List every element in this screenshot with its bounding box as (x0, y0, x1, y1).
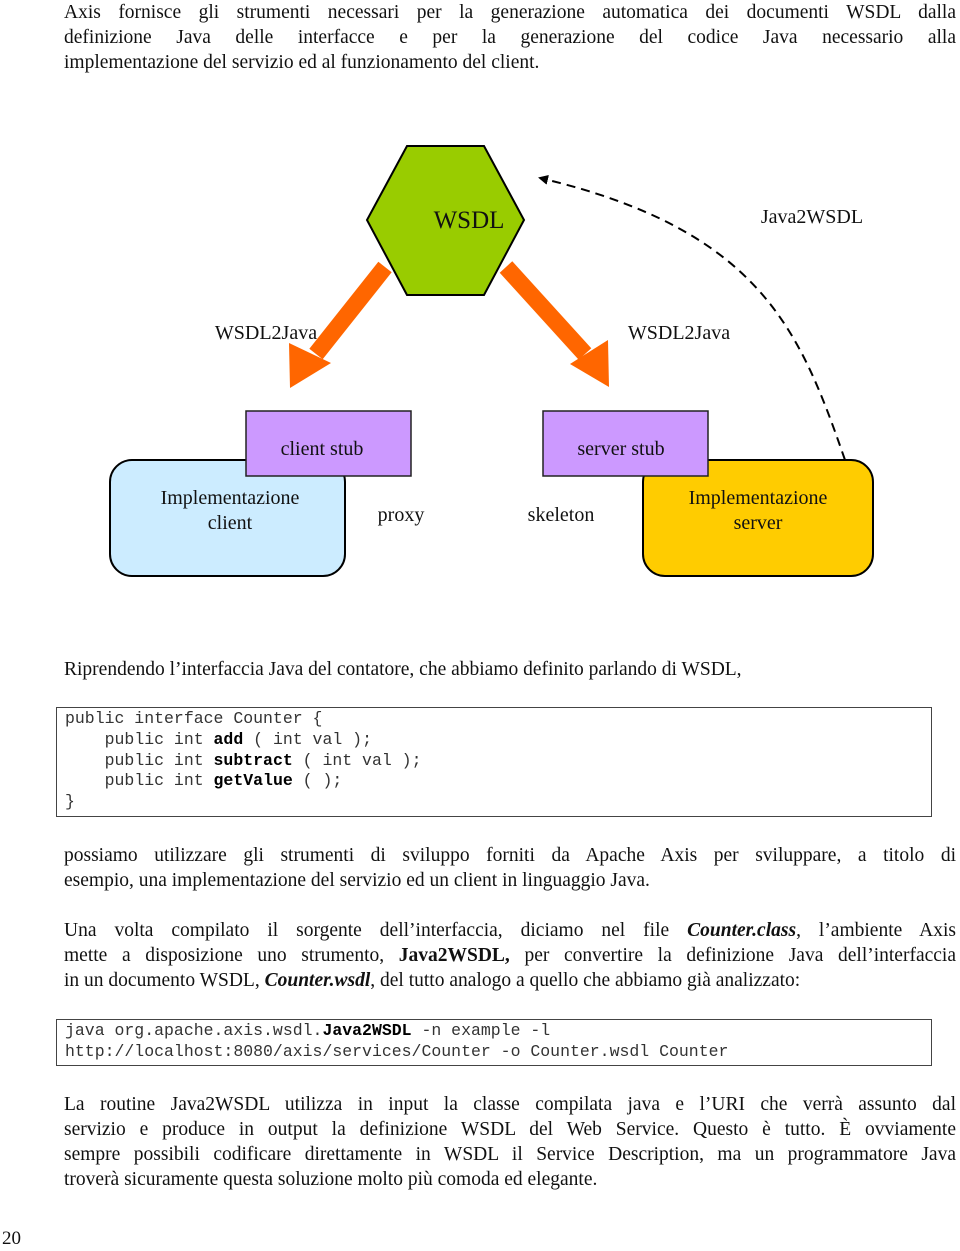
impl-server-label-line2: server (734, 512, 783, 534)
tool-name-java2wsdl: Java2WSDL, (398, 945, 510, 966)
code-line: public int subtract ( int val ); (65, 751, 923, 772)
skeleton-label: skeleton (528, 504, 595, 526)
text: mette a disposizione uno strumento, (64, 945, 399, 966)
class-name: Java2WSDL (322, 1021, 412, 1040)
command-code-block: java org.apache.axis.wsdl.Java2WSDL -n e… (56, 1019, 932, 1066)
text: per convertire la definizione Java dell’… (509, 945, 956, 966)
text-line: mette a disposizione uno strumento, Java… (64, 943, 956, 968)
filename-counter-wsdl: Counter.wsdl (264, 970, 371, 991)
text: , del tutto analogo a quello che abbiamo… (370, 970, 801, 991)
code-line: public interface Counter { (65, 709, 323, 728)
text-line: Riprendendo l’interfaccia Java del conta… (64, 659, 742, 680)
impl-server-label-line1: Implementazione (689, 487, 828, 509)
code-line: http://localhost:8080/axis/services/Coun… (65, 1041, 729, 1061)
text-line: sempre possibili codificare direttamente… (64, 1144, 956, 1165)
code-keyword: public int (104, 729, 214, 749)
wsdl2java-right-label: WSDL2Java (628, 322, 730, 344)
code-rest: ( int val ); (243, 729, 372, 749)
code-line: java org.apache.axis.wsdl.Java2WSDL -n e… (65, 1021, 923, 1042)
code-line: public int add ( int val ); (65, 730, 923, 751)
text-line: troverà sicuramente questa soluzione mol… (64, 1169, 598, 1190)
impl-client-label-line1: Implementazione (161, 487, 300, 509)
paragraph-3: Una volta compilato il sorgente dell’int… (64, 918, 956, 993)
code-line: public int getValue ( ); (65, 771, 923, 792)
code-rest: ( ); (292, 771, 343, 791)
text-line: possiamo utilizzare gli strumenti di svi… (64, 845, 956, 866)
filename-counter-class: Counter.class (687, 920, 797, 941)
text-line: in un documento WSDL, Counter.wsdl, del … (64, 968, 956, 993)
text-line: servizio e produce in output la definizi… (64, 1119, 956, 1140)
wsdl2java-right-arrow (499, 261, 609, 387)
client-stub-label: client stub (281, 438, 364, 460)
code-keyword: public int (104, 771, 214, 791)
text-line: La routine Java2WSDL utilizza in input l… (64, 1094, 956, 1115)
impl-client-label-line2: client (208, 512, 253, 534)
text: in un documento WSDL, (64, 970, 265, 991)
paragraph-4: La routine Java2WSDL utilizza in input l… (64, 1092, 956, 1192)
method-name: subtract (213, 750, 293, 770)
method-name: add (213, 729, 244, 749)
method-name: getValue (213, 771, 293, 791)
code-line: } (65, 792, 75, 812)
code-rest: ( int val ); (292, 750, 422, 770)
proxy-label: proxy (378, 504, 425, 526)
paragraph-2: possiamo utilizzare gli strumenti di svi… (64, 843, 956, 893)
text: Una volta compilato il sorgente dell’int… (64, 920, 688, 941)
wsdl2java-left-label: WSDL2Java (215, 322, 317, 344)
page-number: 20 (2, 1228, 21, 1249)
text-line: esempio, una implementazione del servizi… (64, 870, 650, 891)
interface-code-block: public interface Counter { public int ad… (56, 707, 932, 817)
java2wsdl-label: Java2WSDL (761, 206, 863, 228)
text: , l’ambiente Axis (796, 920, 956, 941)
code-text: -n example -l (411, 1021, 551, 1040)
axis-architecture-diagram: WSDL Java2WSDL WSDL2Java WSDL2Java clien… (109, 145, 874, 577)
code-keyword: public int (104, 750, 214, 770)
text-line: Una volta compilato il sorgente dell’int… (64, 918, 956, 943)
wsdl-label: WSDL (434, 207, 505, 234)
code-text: java org.apache.axis.wsdl. (65, 1021, 323, 1040)
server-stub-label: server stub (577, 438, 664, 460)
lead-in-paragraph: Riprendendo l’interfaccia Java del conta… (64, 657, 956, 682)
